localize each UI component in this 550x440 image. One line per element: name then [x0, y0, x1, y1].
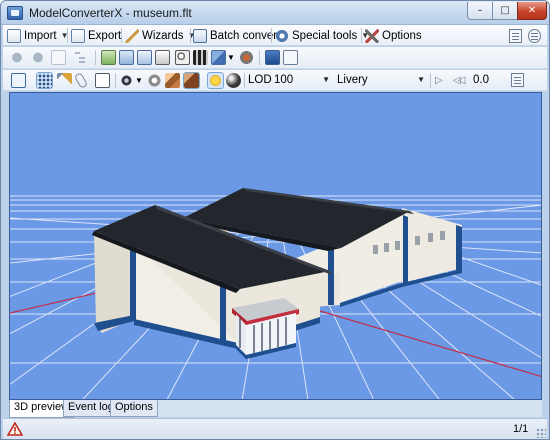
- toolbar-top: ▼: [3, 47, 547, 69]
- export-label: Export: [88, 29, 122, 42]
- export-button[interactable]: Export: [71, 27, 121, 44]
- batch-convert-label: Batch convert: [210, 29, 281, 42]
- lod-value: 100: [274, 74, 294, 86]
- fit-view-icon[interactable]: [11, 73, 26, 88]
- tools-icon: [365, 28, 379, 43]
- export-icon: [71, 28, 85, 43]
- settings-icon[interactable]: [239, 50, 254, 65]
- separator: [115, 73, 116, 88]
- app-icon: [7, 6, 23, 20]
- wand-icon: [125, 28, 139, 43]
- copy-icon[interactable]: [137, 50, 152, 65]
- time-value: 0.0: [473, 74, 489, 86]
- texture-icon[interactable]: [101, 50, 116, 65]
- special-tools-button[interactable]: Special tools ▼: [275, 27, 369, 44]
- page-indicator: 1/1: [513, 423, 529, 435]
- command-bar: Import ▼ Export Wizards ▼ Batch convert …: [3, 25, 547, 46]
- tab-options[interactable]: Options: [110, 400, 158, 417]
- separator: [430, 73, 431, 88]
- lod-label: LOD: [248, 74, 272, 86]
- close-button[interactable]: ✕: [517, 2, 547, 20]
- special-tools-label: Special tools: [292, 29, 358, 42]
- scene-svg: [10, 188, 541, 399]
- separator: [95, 50, 96, 65]
- separator: [190, 28, 191, 43]
- attach-icon[interactable]: [73, 72, 89, 89]
- window-title: ModelConverterX - museum.flt: [29, 6, 192, 20]
- separator: [271, 28, 272, 43]
- chevron-down-icon[interactable]: ▼: [135, 73, 143, 88]
- gear-icon: [275, 28, 289, 43]
- separator: [121, 28, 122, 43]
- warning-icon[interactable]: [7, 422, 23, 436]
- render-settings-icon[interactable]: [147, 73, 162, 88]
- page-icon[interactable]: [51, 50, 66, 65]
- screenshot-icon[interactable]: [265, 50, 280, 65]
- wireframe-box-icon[interactable]: [95, 73, 110, 88]
- lod-select[interactable]: 100 ▼: [270, 72, 330, 89]
- material-icon[interactable]: [119, 50, 134, 65]
- solid-box-icon[interactable]: [183, 72, 200, 89]
- separator: [361, 28, 362, 43]
- app-window: ModelConverterX - museum.flt – □ ✕ Impor…: [0, 0, 550, 440]
- grid-icon[interactable]: [36, 72, 53, 89]
- 3d-viewport[interactable]: [9, 92, 542, 400]
- document-icon[interactable]: [509, 29, 522, 43]
- list-view-icon[interactable]: [511, 73, 524, 87]
- report-icon[interactable]: [283, 50, 298, 65]
- uv-icon[interactable]: [211, 50, 226, 65]
- status-bar: 1/1: [3, 418, 547, 439]
- bottom-tabs: 3D preview Event log Options: [9, 400, 542, 418]
- separator: [244, 73, 245, 88]
- livery-select[interactable]: Livery ▼: [333, 72, 425, 89]
- sphere-icon[interactable]: [226, 73, 241, 88]
- chevron-down-icon[interactable]: ▼: [227, 50, 235, 65]
- maximize-button[interactable]: □: [492, 2, 518, 20]
- separator: [259, 50, 260, 65]
- resize-grip[interactable]: [536, 428, 546, 438]
- axis-z-line: [319, 310, 541, 378]
- camera-icon[interactable]: [119, 73, 134, 88]
- options-button[interactable]: Options: [365, 27, 422, 44]
- play-icon[interactable]: ▷: [435, 73, 450, 88]
- back-arrow-icon[interactable]: [11, 50, 26, 65]
- import-button[interactable]: Import ▼: [7, 27, 69, 44]
- magnifier-icon[interactable]: [175, 50, 190, 65]
- rewind-icon[interactable]: ◁◁: [453, 73, 468, 88]
- batch-icon: [193, 28, 207, 43]
- forward-arrow-icon[interactable]: [29, 50, 44, 65]
- list-icon[interactable]: [155, 50, 170, 65]
- options-label: Options: [382, 29, 422, 42]
- separator: [67, 28, 68, 43]
- wizards-button[interactable]: Wizards ▼: [125, 27, 195, 44]
- sun-icon[interactable]: [207, 72, 224, 89]
- chevron-down-icon: ▼: [322, 75, 330, 84]
- film-icon[interactable]: [193, 50, 208, 65]
- wizards-label: Wizards: [142, 29, 184, 42]
- minimize-button[interactable]: –: [467, 2, 493, 20]
- textured-box-icon[interactable]: [165, 73, 180, 88]
- toolbar-view: ▼ LOD 100 ▼ Livery ▼ ▷ ◁◁ 0.0: [3, 70, 547, 91]
- batch-convert-button[interactable]: Batch convert: [193, 27, 280, 44]
- axes-icon[interactable]: [57, 73, 72, 88]
- hierarchy-icon[interactable]: [73, 50, 88, 65]
- help-icon[interactable]: [528, 29, 541, 43]
- import-label: Import: [24, 29, 57, 42]
- import-icon: [7, 28, 21, 43]
- chevron-down-icon: ▼: [417, 75, 425, 84]
- livery-value: Livery: [337, 74, 368, 86]
- title-bar[interactable]: ModelConverterX - museum.flt – □ ✕: [1, 1, 549, 25]
